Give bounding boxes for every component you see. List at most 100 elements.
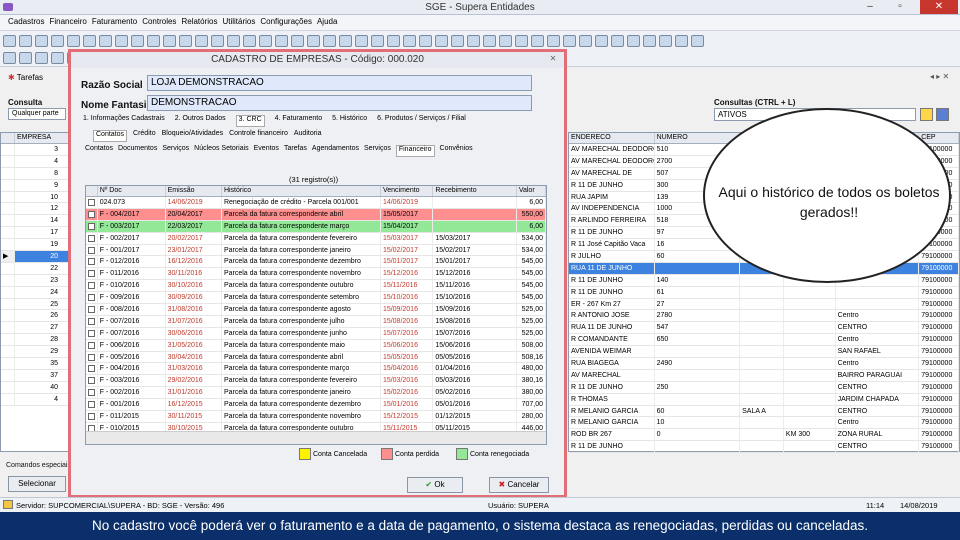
- toolbar-icon[interactable]: [435, 34, 448, 47]
- crc-tab[interactable]: Crédito: [133, 130, 156, 142]
- toolbar-icon[interactable]: [451, 34, 464, 47]
- toolbar-icon[interactable]: [515, 34, 528, 47]
- sub-tab[interactable]: Serviços: [364, 145, 391, 157]
- table-row[interactable]: F - 009/2016 30/09/2016 Parcela da fatura …: [86, 292, 546, 305]
- table-row[interactable]: 28: [1, 334, 69, 347]
- row-checkbox[interactable]: [86, 327, 98, 339]
- row-checkbox[interactable]: [86, 304, 98, 315]
- toolbar-icon[interactable]: [3, 51, 16, 64]
- table-row[interactable]: R MELANIO GARCIA 10 Centro 79100000: [569, 417, 959, 430]
- row-checkbox[interactable]: [86, 351, 98, 363]
- toolbar-icon[interactable]: [643, 34, 656, 47]
- toolbar-icon[interactable]: [195, 34, 208, 47]
- table-row[interactable]: F - 001/2016 16/12/2015 Parcela da fatura …: [86, 399, 546, 412]
- column-header[interactable]: Histórico: [222, 186, 381, 196]
- table-row[interactable]: ROD BR 267 0 KM 300 ZONA RURAL 79100000: [569, 429, 959, 442]
- nome-fantasia-input[interactable]: DEMONSTRACAO: [147, 95, 532, 111]
- sub-tab[interactable]: Financeiro: [395, 145, 435, 157]
- toolbar-icon[interactable]: [611, 34, 624, 47]
- toolbar-icon[interactable]: [675, 34, 688, 47]
- sub-tab[interactable]: Contatos: [85, 145, 113, 157]
- main-tab[interactable]: 1. Informações Cadastrais: [83, 115, 165, 127]
- table-row[interactable]: F - 007/2016 31/07/2016 Parcela da fatura …: [86, 315, 546, 328]
- table-row[interactable]: 40: [1, 381, 69, 394]
- toolbar-icon[interactable]: [131, 34, 144, 47]
- main-tab[interactable]: 6. Produtos / Serviços / Filial: [377, 115, 466, 127]
- toolbar-icon[interactable]: [51, 34, 64, 47]
- toolbar-icon[interactable]: [83, 34, 96, 47]
- row-checkbox[interactable]: [86, 244, 98, 256]
- table-row[interactable]: 10: [1, 191, 69, 204]
- toolbar-icon[interactable]: [227, 34, 240, 47]
- table-row[interactable]: R THOMAS JARDIM CHAPADA 79100000: [569, 393, 959, 406]
- toolbar-icon[interactable]: [403, 34, 416, 47]
- toolbar-icon[interactable]: [35, 51, 48, 64]
- menu-item[interactable]: Controles: [142, 15, 181, 26]
- consulta-select[interactable]: Qualquer parte: [8, 108, 66, 120]
- column-header[interactable]: Valor: [517, 186, 546, 196]
- col-empresa[interactable]: EMPRESA: [15, 133, 69, 143]
- horizontal-scrollbar[interactable]: [86, 431, 546, 444]
- dialog-close-icon[interactable]: ✕: [546, 54, 560, 65]
- toolbar-icon[interactable]: [563, 34, 576, 47]
- menu-item[interactable]: Financeiro: [49, 15, 91, 26]
- main-tab[interactable]: 3. CRC: [235, 115, 265, 127]
- table-row[interactable]: F - 003/2017 22/03/2017 Parcela da fatura …: [86, 220, 546, 233]
- table-row[interactable]: 024.073 14/06/2019 Renegociação de crédito…: [86, 197, 546, 209]
- row-checkbox[interactable]: [86, 411, 98, 422]
- table-row[interactable]: R 11 DE JUNHO CENTRO 79100000: [569, 441, 959, 454]
- table-row[interactable]: R 11 DE JUNHO 250 CENTRO 79100000: [569, 381, 959, 394]
- table-row[interactable]: AVENIDA WEIMAR SAN RAFAEL 79100000: [569, 346, 959, 359]
- row-checkbox[interactable]: [86, 315, 98, 327]
- table-row[interactable]: 19: [1, 239, 69, 252]
- table-row[interactable]: 4: [1, 393, 69, 406]
- toolbar-icon[interactable]: [51, 51, 64, 64]
- minimize-icon[interactable]: –: [856, 0, 884, 14]
- table-row[interactable]: 14: [1, 215, 69, 228]
- table-row[interactable]: 24: [1, 286, 69, 299]
- table-row[interactable]: F - 004/2017 20/04/2017 Parcela da fatura …: [86, 208, 546, 221]
- tab-tarefas[interactable]: ✱ Tarefas: [8, 73, 43, 82]
- table-row[interactable]: 22: [1, 262, 69, 275]
- toolbar-icon[interactable]: [627, 34, 640, 47]
- sub-tab[interactable]: Serviços: [162, 145, 189, 157]
- toolbar-icon[interactable]: [579, 34, 592, 47]
- toolbar-icon[interactable]: [339, 34, 352, 47]
- toolbar-icon[interactable]: [547, 34, 560, 47]
- toolbar-icon[interactable]: [691, 34, 704, 47]
- toolbar-icon[interactable]: [67, 34, 80, 47]
- row-checkbox[interactable]: [86, 375, 98, 387]
- table-row[interactable]: R 11 DE JUNHO 61 79100000: [569, 286, 959, 299]
- maximize-icon[interactable]: ▫: [886, 0, 914, 14]
- toolbar-icon[interactable]: [659, 34, 672, 47]
- sub-tab[interactable]: Convênios: [440, 145, 473, 157]
- menu-item[interactable]: Relatórios: [181, 15, 222, 26]
- table-row[interactable]: 4: [1, 155, 69, 168]
- row-checkbox[interactable]: [86, 292, 98, 304]
- menu-item[interactable]: Faturamento: [92, 15, 142, 26]
- close-icon[interactable]: ✕: [920, 0, 958, 14]
- table-row[interactable]: F - 004/2016 31/03/2016 Parcela da fatura …: [86, 363, 546, 376]
- table-row[interactable]: R ANTONIO JOSE 2780 Centro 79100000: [569, 310, 959, 323]
- table-row[interactable]: F - 007/2016 30/06/2016 Parcela da fatura …: [86, 327, 546, 340]
- toolbar-icon[interactable]: [371, 34, 384, 47]
- toolbar-icon[interactable]: [291, 34, 304, 47]
- table-row[interactable]: 8: [1, 167, 69, 180]
- sub-tab[interactable]: Documentos: [118, 145, 157, 157]
- toolbar-icon[interactable]: [355, 34, 368, 47]
- table-row[interactable]: 12: [1, 203, 69, 216]
- row-checkbox[interactable]: [86, 197, 98, 208]
- sub-tab[interactable]: Agendamentos: [312, 145, 359, 157]
- table-row[interactable]: 37: [1, 369, 69, 382]
- row-checkbox[interactable]: [86, 220, 98, 232]
- row-checkbox[interactable]: [86, 208, 98, 220]
- toolbar-icon[interactable]: [483, 34, 496, 47]
- cancel-button[interactable]: ✖ Cancelar: [489, 477, 549, 493]
- crc-tab[interactable]: Controle financeiro: [229, 130, 288, 142]
- toolbar-icon[interactable]: [419, 34, 432, 47]
- table-row[interactable]: F - 011/2015 30/11/2015 Parcela da fatura …: [86, 411, 546, 423]
- toolbar-icon[interactable]: [115, 34, 128, 47]
- edit-icon[interactable]: [920, 108, 933, 121]
- row-checkbox[interactable]: [86, 399, 98, 411]
- table-row[interactable]: F - 010/2016 30/10/2016 Parcela da fatura …: [86, 280, 546, 293]
